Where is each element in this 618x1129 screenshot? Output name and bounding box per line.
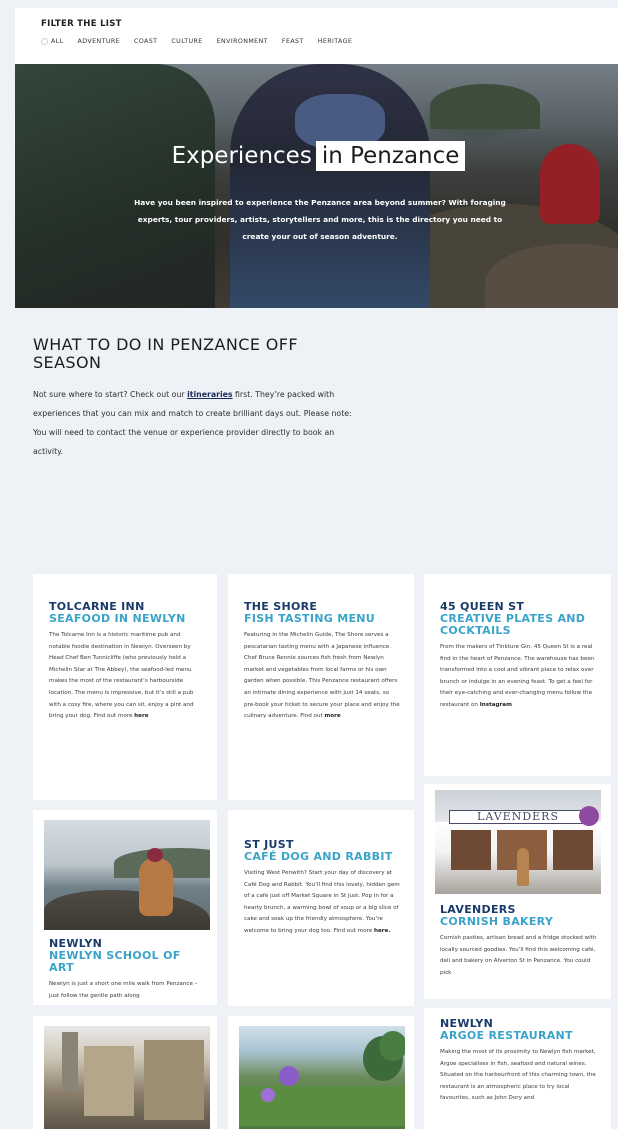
filter-heritage[interactable]: HERITAGE bbox=[318, 38, 353, 45]
filter-environment[interactable]: ENVIRONMENT bbox=[217, 38, 268, 45]
card-link[interactable]: here bbox=[134, 713, 148, 719]
card-st-just[interactable]: ST JUST CAFÉ DOG AND RABBIT Visiting Wes… bbox=[228, 810, 414, 1006]
window-shape bbox=[553, 830, 593, 870]
sign-logo-icon bbox=[579, 806, 599, 826]
card-text: The Tolcarne Inn is a historic maritime … bbox=[49, 632, 194, 720]
church-tower-shape bbox=[62, 1032, 78, 1092]
flower-shape bbox=[261, 1088, 275, 1102]
filter-feast[interactable]: FEAST bbox=[282, 38, 304, 45]
lavenders-sign: LAVENDERS bbox=[449, 810, 587, 824]
building-shape bbox=[84, 1046, 134, 1116]
window-shape bbox=[451, 830, 491, 870]
card-subtitle: SEAFOOD IN NEWLYN bbox=[49, 612, 186, 625]
card-subtitle: FISH TASTING MENU bbox=[244, 612, 376, 625]
filter-culture[interactable]: CULTURE bbox=[171, 38, 202, 45]
card-text: Cornish pasties, artisan bread and a fri… bbox=[440, 935, 597, 976]
hero-title-part2: in Penzance bbox=[315, 141, 466, 171]
page-title: WHAT TO DO IN PENZANCE OFF SEASON bbox=[33, 335, 299, 372]
filter-list: ALL ADVENTURE COAST CULTURE ENVIRONMENT … bbox=[41, 38, 366, 45]
card-image bbox=[44, 820, 210, 930]
card-link[interactable]: here. bbox=[374, 928, 390, 934]
card-street-image[interactable] bbox=[33, 1016, 217, 1129]
flower-shape bbox=[279, 1066, 299, 1086]
card-garden-image[interactable] bbox=[228, 1016, 414, 1129]
itineraries-link[interactable]: itineraries bbox=[187, 390, 232, 399]
card-image bbox=[239, 1026, 405, 1129]
card-subtitle: CREATIVE PLATES AND COCKTAILS bbox=[440, 612, 586, 637]
card-text: Making the most of its proximity to Newl… bbox=[440, 1049, 596, 1102]
hero-subtitle: Have you been inspired to experience the… bbox=[134, 198, 506, 241]
card-the-shore[interactable]: THE SHORE FISH TASTING MENU Featuring in… bbox=[228, 574, 414, 800]
card-subtitle: CORNISH BAKERY bbox=[440, 915, 554, 928]
person-shape bbox=[139, 858, 173, 916]
filter-all[interactable]: ALL bbox=[41, 38, 64, 45]
card-image bbox=[44, 1026, 210, 1129]
rocks-shape bbox=[44, 890, 210, 930]
hero-title-part1: Experiences bbox=[171, 143, 312, 169]
filter-coast[interactable]: COAST bbox=[134, 38, 157, 45]
card-argoe[interactable]: NEWLYN ARGOE RESTAURANT Making the most … bbox=[424, 1008, 611, 1129]
card-45-queen-st[interactable]: 45 QUEEN ST CREATIVE PLATES AND COCKTAIL… bbox=[424, 574, 611, 776]
card-link[interactable]: more bbox=[324, 713, 340, 719]
card-image: LAVENDERS bbox=[435, 790, 601, 894]
card-link[interactable]: Instagram bbox=[480, 702, 512, 708]
card-text: From the makers of Tinkture Gin, 45 Quee… bbox=[440, 644, 595, 708]
hero-title: Experiences in Penzance bbox=[15, 141, 618, 171]
card-subtitle: NEWLYN SCHOOL OF ART bbox=[49, 949, 181, 974]
card-subtitle: CAFÉ DOG AND RABBIT bbox=[244, 850, 393, 863]
palm-shape bbox=[379, 1031, 405, 1061]
card-text: Featuring in the Michelin Guide, The Sho… bbox=[244, 632, 400, 720]
hat-shape bbox=[147, 848, 163, 862]
intro-text: Not sure where to start? Check out our i… bbox=[33, 390, 352, 456]
building-shape bbox=[144, 1040, 204, 1120]
card-lavenders[interactable]: LAVENDERS LAVENDERS CORNISH BAKERY Corni… bbox=[424, 784, 611, 999]
card-text: Visiting West Penwith? Start your day of… bbox=[244, 870, 400, 934]
person-shape bbox=[517, 848, 529, 886]
filter-title: FILTER THE LIST bbox=[41, 19, 122, 29]
radio-icon[interactable] bbox=[41, 38, 48, 45]
card-text: Newlyn is just a short one mile walk fro… bbox=[49, 981, 198, 999]
filter-bar: FILTER THE LIST ALL ADVENTURE COAST CULT… bbox=[15, 8, 618, 64]
filter-adventure[interactable]: ADVENTURE bbox=[78, 38, 120, 45]
card-subtitle: ARGOE RESTAURANT bbox=[440, 1029, 573, 1042]
card-newlyn-school-of-art[interactable]: NEWLYN NEWLYN SCHOOL OF ART Newlyn is ju… bbox=[33, 810, 217, 1005]
card-tolcarne[interactable]: TOLCARNE INN SEAFOOD IN NEWLYN The Tolca… bbox=[33, 574, 217, 800]
hero-banner: Experiences in Penzance Have you been ins… bbox=[15, 64, 618, 308]
hero-overlay bbox=[15, 64, 618, 308]
